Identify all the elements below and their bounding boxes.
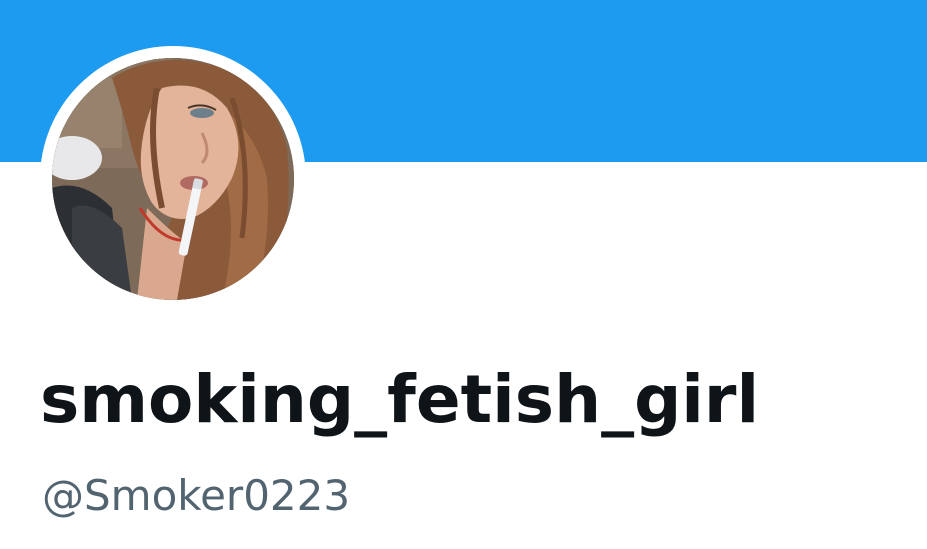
profile-header: smoking_fetish_girl @Smoker0223 xyxy=(0,0,927,549)
avatar-photo-icon xyxy=(52,58,294,300)
display-name: smoking_fetish_girl xyxy=(40,361,760,438)
user-handle: @Smoker0223 xyxy=(42,471,351,520)
avatar[interactable] xyxy=(52,58,294,300)
